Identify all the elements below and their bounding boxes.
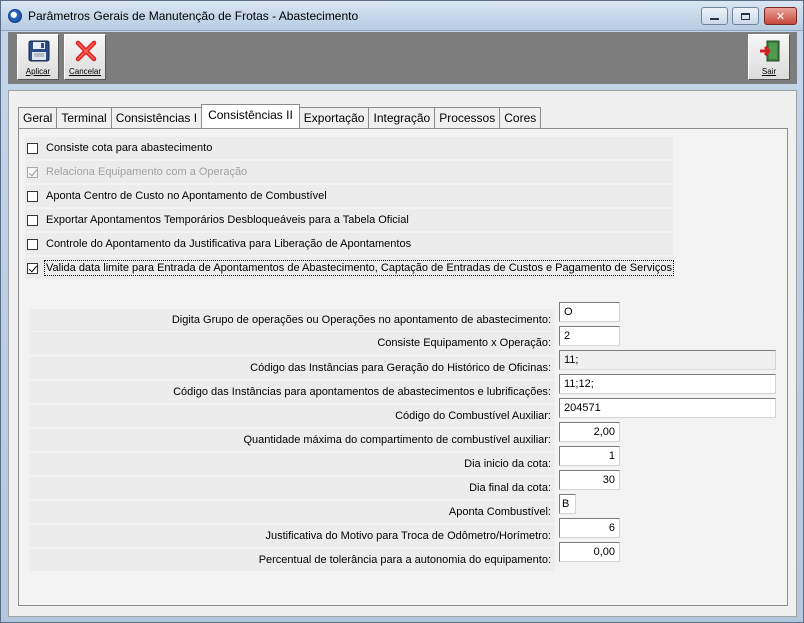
checkbox — [27, 166, 38, 178]
quantidade-maxima-input[interactable]: 2,00 — [559, 422, 620, 442]
main-window: Parâmetros Gerais de Manutenção de Frota… — [0, 0, 804, 623]
tab-integracao[interactable]: Integração — [368, 107, 436, 128]
checkbox-label: Relaciona Equipamento com a Operação — [46, 166, 248, 178]
field-label-justificativa-odometro: Justificativa do Motivo para Troca de Od… — [29, 525, 555, 547]
instancias-historico-input: 11; — [559, 350, 776, 370]
tab-consistencias-ii[interactable]: Consistências II — [201, 104, 300, 128]
checkbox-label: Exportar Apontamentos Temporários Desblo… — [46, 214, 409, 226]
tab-exportacao[interactable]: Exportação — [298, 107, 370, 128]
field-label-dia-inicio: Dia inicio da cota: — [29, 453, 555, 475]
checkbox-row-aponta-centro-custo[interactable]: Aponta Centro de Custo no Apontamento de… — [25, 185, 673, 207]
cancel-label: Cancelar — [68, 67, 101, 76]
field-label-grupo-operacoes: Digita Grupo de operações ou Operações n… — [29, 309, 555, 331]
consiste-equipamento-input[interactable]: 2 — [559, 326, 620, 346]
tab-geral[interactable]: Geral — [18, 107, 58, 128]
minimize-button[interactable] — [701, 7, 728, 25]
combustivel-auxiliar-input[interactable]: 204571 — [559, 398, 776, 418]
checkbox-label: Consiste cota para abastecimento — [46, 142, 213, 154]
settings-panel: Geral Terminal Consistências I Consistên… — [8, 90, 797, 617]
maximize-button[interactable] — [732, 7, 759, 25]
tab-content: Consiste cota para abastecimento Relacio… — [18, 128, 788, 606]
checkbox-label: Valida data limite para Entrada de Apont… — [44, 260, 674, 276]
apply-label: Aplicar — [25, 67, 51, 76]
exit-button[interactable]: Sair — [748, 34, 790, 80]
dia-final-input[interactable]: 30 — [559, 470, 620, 490]
aponta-combustivel-input[interactable]: B — [559, 494, 576, 514]
exit-door-icon — [760, 40, 780, 62]
percentual-tolerancia-input[interactable]: 0,00 — [559, 542, 620, 562]
checkbox[interactable] — [27, 214, 38, 226]
tab-strip: Geral Terminal Consistências I Consistên… — [18, 104, 542, 128]
checkbox-row-valida-data-limite[interactable]: Valida data limite para Entrada de Apont… — [25, 257, 674, 279]
checkbox[interactable] — [27, 238, 38, 250]
instancias-abastecimento-input[interactable]: 11;12; — [559, 374, 776, 394]
checkbox[interactable] — [27, 262, 38, 274]
field-label-percentual-tolerancia: Percentual de tolerância para a autonomi… — [29, 549, 555, 571]
field-label-combustivel-auxiliar: Código do Combustível Auxiliar: — [29, 405, 555, 427]
tab-cores[interactable]: Cores — [499, 107, 542, 128]
cancel-button[interactable]: Cancelar — [64, 34, 106, 80]
title-bar[interactable]: Parâmetros Gerais de Manutenção de Frota… — [1, 1, 803, 31]
grupo-operacoes-input[interactable]: O — [559, 302, 620, 322]
exit-label: Sair — [761, 67, 777, 76]
tab-consistencias-i[interactable]: Consistências I — [110, 107, 203, 128]
checkbox-list: Consiste cota para abastecimento Relacio… — [25, 137, 674, 281]
dia-inicio-input[interactable]: 1 — [559, 446, 620, 466]
field-label-quantidade-maxima: Quantidade máxima do compartimento de co… — [29, 429, 555, 451]
field-label-instancias-abastecimento: Código das Instâncias para apontamentos … — [29, 381, 555, 403]
checkbox-label: Aponta Centro de Custo no Apontamento de… — [46, 190, 327, 202]
field-label-instancias-historico: Código das Instâncias para Geração do Hi… — [29, 357, 555, 379]
close-button[interactable]: ✕ — [764, 7, 797, 25]
apply-button[interactable]: Aplicar — [17, 34, 59, 80]
checkbox-row-consiste-cota[interactable]: Consiste cota para abastecimento — [25, 137, 673, 159]
tab-terminal[interactable]: Terminal — [56, 107, 112, 128]
toolbar: Aplicar Cancelar Sair — [8, 32, 797, 84]
maximize-icon — [741, 12, 750, 20]
justificativa-odometro-input[interactable]: 6 — [559, 518, 620, 538]
checkbox-row-exportar-temporarios[interactable]: Exportar Apontamentos Temporários Desblo… — [25, 209, 673, 231]
tab-processos[interactable]: Processos — [434, 107, 501, 128]
checkbox-label: Controle do Apontamento da Justificativa… — [46, 238, 412, 250]
floppy-disk-icon — [28, 40, 50, 62]
app-icon — [8, 9, 22, 23]
field-label-dia-final: Dia final da cota: — [29, 477, 555, 499]
minimize-icon — [710, 18, 719, 20]
field-label-consiste-equipamento: Consiste Equipamento x Operação: — [29, 332, 555, 354]
red-x-icon — [75, 40, 97, 62]
checkbox-row-relaciona-equipamento: Relaciona Equipamento com a Operação — [25, 161, 673, 183]
field-label-aponta-combustivel: Aponta Combustível: — [29, 501, 555, 523]
window-title: Parâmetros Gerais de Manutenção de Frota… — [28, 9, 359, 23]
checkbox[interactable] — [27, 190, 38, 202]
checkbox-row-controle-justificativa[interactable]: Controle do Apontamento da Justificativa… — [25, 233, 673, 255]
checkbox[interactable] — [27, 142, 38, 154]
close-icon: ✕ — [775, 10, 786, 23]
